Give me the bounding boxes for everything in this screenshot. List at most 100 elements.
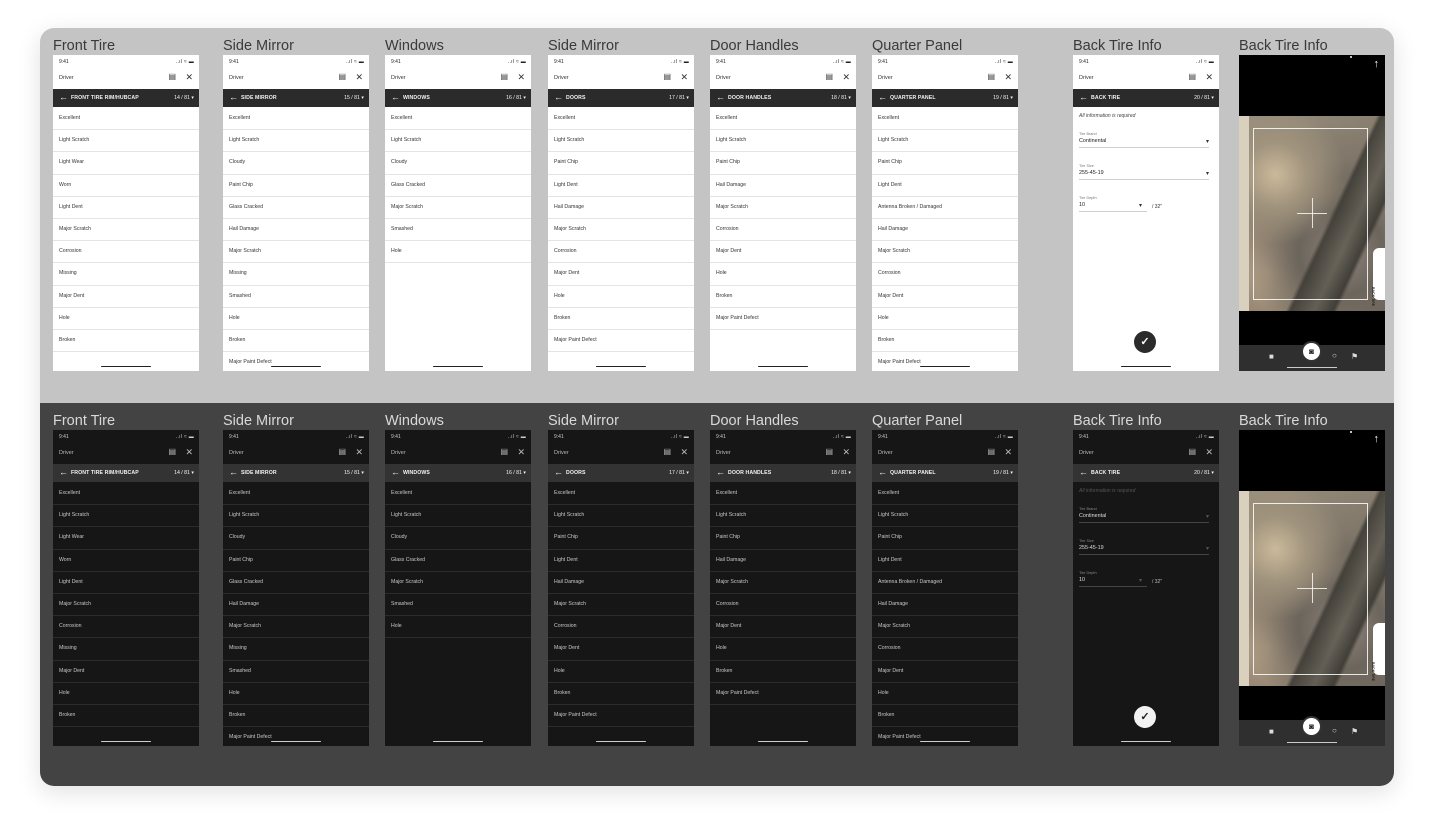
condition-option[interactable]: Hole [223,308,369,330]
condition-option[interactable]: Paint Chip [872,527,1018,550]
condition-option[interactable]: Light Dent [872,175,1018,197]
close-icon[interactable]: ✕ [1205,447,1213,457]
condition-option[interactable]: Hail Damage [872,594,1018,617]
condition-option[interactable]: Major Scratch [548,219,694,242]
condition-option[interactable]: Missing [53,263,199,286]
condition-option[interactable]: Major Dent [872,286,1018,308]
condition-option[interactable]: Major Paint Defect [223,352,369,371]
document-icon[interactable]: ▤ [168,447,176,457]
arrow-left-icon[interactable]: ← [554,92,563,102]
close-icon[interactable]: ✕ [355,447,363,457]
side-tab[interactable]: BACK TIRE [1371,248,1385,306]
condition-option[interactable]: Smashed [385,594,531,617]
progress-counter[interactable]: 20 / 81 ▾ [1194,470,1214,476]
document-icon[interactable]: ▤ [168,72,176,82]
condition-option[interactable]: Major Scratch [710,572,856,594]
condition-option[interactable]: Major Paint Defect [872,352,1018,371]
condition-option[interactable]: Paint Chip [710,152,856,175]
close-icon[interactable]: ✕ [680,447,688,457]
condition-option[interactable]: Major Dent [710,241,856,264]
condition-option[interactable]: Glass Cracked [385,175,531,197]
condition-option[interactable]: Hole [548,661,694,683]
condition-option[interactable]: Glass Cracked [223,572,369,594]
check-icon[interactable]: ✓ [1134,706,1156,728]
condition-option[interactable]: Paint Chip [223,175,369,197]
condition-option[interactable]: Broken [710,286,856,308]
document-icon[interactable]: ▤ [663,72,671,82]
progress-counter[interactable]: 16 / 81 ▾ [506,470,526,476]
close-icon[interactable]: ✕ [1004,72,1012,82]
condition-option[interactable]: Hole [385,241,531,264]
condition-option[interactable]: Broken [548,308,694,330]
progress-counter[interactable]: 17 / 81 ▾ [669,470,689,476]
condition-option[interactable]: Major Scratch [872,241,1018,264]
arrow-left-icon[interactable]: ← [229,92,238,102]
condition-option[interactable]: Major Scratch [53,594,199,617]
arrow-left-icon[interactable]: ← [59,92,68,102]
condition-option[interactable]: Major Dent [53,661,199,683]
condition-option[interactable]: Paint Chip [872,152,1018,175]
condition-option[interactable]: Light Scratch [223,130,369,153]
condition-option[interactable]: Paint Chip [548,527,694,550]
close-icon[interactable]: ✕ [842,447,850,457]
condition-option[interactable]: Excellent [385,483,531,506]
condition-option[interactable]: Excellent [223,483,369,506]
switch-camera-icon[interactable]: ○ [1332,352,1337,360]
condition-option[interactable]: Major Scratch [223,616,369,639]
progress-counter[interactable]: 18 / 81 ▾ [831,95,851,101]
condition-option[interactable]: Hail Damage [710,550,856,572]
progress-counter[interactable]: 15 / 81 ▾ [344,470,364,476]
flash-icon[interactable]: ⚑ [1351,728,1358,736]
condition-option[interactable]: Light Scratch [223,505,369,528]
condition-option[interactable]: Excellent [223,108,369,131]
condition-option[interactable]: Major Dent [872,661,1018,683]
condition-option[interactable]: Light Dent [53,197,199,219]
condition-option[interactable]: Hole [223,683,369,705]
arrow-left-icon[interactable]: ← [229,467,238,477]
condition-option[interactable]: Cloudy [385,527,531,550]
condition-option[interactable]: Major Paint Defect [710,683,856,705]
condition-option[interactable]: Corrosion [710,594,856,617]
gallery-icon[interactable]: ■ [1269,728,1274,736]
tire-size-select[interactable]: Tire Size 255-45-19 ▾ [1079,164,1209,196]
condition-option[interactable]: Major Dent [710,616,856,639]
close-icon[interactable]: ✕ [185,72,193,82]
arrow-left-icon[interactable]: ← [878,92,887,102]
arrow-left-icon[interactable]: ← [716,92,725,102]
arrow-left-icon[interactable]: ← [59,467,68,477]
condition-option[interactable]: Excellent [710,483,856,506]
close-icon[interactable]: ✕ [1004,447,1012,457]
condition-option[interactable]: Broken [223,705,369,728]
flash-icon[interactable]: ⚑ [1351,353,1358,361]
condition-option[interactable]: Major Scratch [53,219,199,242]
document-icon[interactable]: ▤ [1188,72,1196,82]
document-icon[interactable]: ▤ [338,447,346,457]
condition-option[interactable]: Hail Damage [223,219,369,242]
condition-option[interactable]: Broken [223,330,369,353]
shutter-button[interactable]: ◙ [1301,716,1322,737]
progress-counter[interactable]: 14 / 81 ▾ [174,95,194,101]
condition-option[interactable]: Excellent [710,108,856,131]
document-icon[interactable]: ▤ [500,447,508,457]
condition-option[interactable]: Major Scratch [548,594,694,617]
arrow-left-icon[interactable]: ← [1079,92,1088,102]
condition-option[interactable]: Light Scratch [385,130,531,153]
condition-option[interactable]: Missing [53,638,199,661]
switch-camera-icon[interactable]: ○ [1332,727,1337,735]
condition-option[interactable]: Hole [710,263,856,286]
progress-counter[interactable]: 17 / 81 ▾ [669,95,689,101]
condition-option[interactable]: Light Scratch [872,505,1018,528]
arrow-left-icon[interactable]: ← [391,467,400,477]
condition-option[interactable]: Broken [53,330,199,353]
condition-option[interactable]: Major Scratch [710,197,856,219]
condition-option[interactable]: Excellent [872,108,1018,131]
condition-option[interactable]: Hole [53,683,199,705]
condition-option[interactable]: Light Dent [872,550,1018,572]
condition-option[interactable]: Hole [53,308,199,330]
progress-counter[interactable]: 16 / 81 ▾ [506,95,526,101]
document-icon[interactable]: ▤ [1188,447,1196,457]
condition-option[interactable]: Hole [548,286,694,308]
condition-option[interactable]: Broken [872,705,1018,728]
condition-option[interactable]: Glass Cracked [385,550,531,572]
document-icon[interactable]: ▤ [338,72,346,82]
